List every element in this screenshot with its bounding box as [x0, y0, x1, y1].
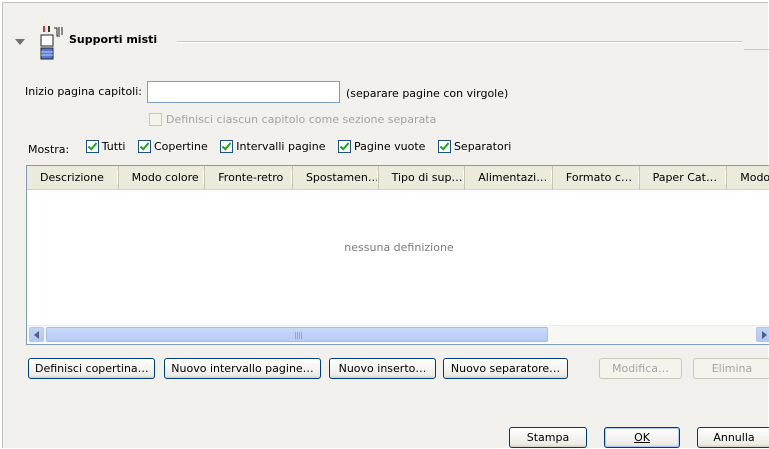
show-label: Mostra:	[28, 143, 70, 156]
show-option-separators[interactable]: Separatori	[437, 140, 512, 153]
chapter-start-label: Inizio pagina capitoli:	[25, 85, 142, 98]
delete-button[interactable]: Elimina	[693, 358, 769, 379]
column-header-shift[interactable]: Spostamen…	[293, 166, 379, 189]
show-blank-pages-label: Pagine vuote	[353, 140, 426, 153]
show-option-all[interactable]: Tutti	[85, 140, 126, 153]
show-filter-row: Mostra: Tutti Copertine Intervalli pagin…	[28, 140, 520, 156]
ok-button[interactable]: OK	[604, 427, 680, 448]
show-all-label: Tutti	[101, 140, 126, 153]
scroll-left-button[interactable]	[29, 327, 44, 342]
column-header-description[interactable]: Descrizione	[27, 166, 119, 189]
table-empty-message: nessuna definizione	[344, 241, 454, 254]
show-option-page-ranges[interactable]: Intervalli pagine	[220, 140, 325, 153]
column-header-duplex[interactable]: Fronte-retro	[205, 166, 293, 189]
define-section-label: Definisci ciascun capitolo come sezione …	[166, 113, 437, 126]
modify-button[interactable]: Modifica…	[599, 358, 682, 379]
new-separator-button[interactable]: Nuovo separatore…	[443, 358, 568, 379]
horizontal-scrollbar[interactable]	[27, 325, 769, 343]
arrow-right-icon	[762, 331, 767, 339]
show-separators-checkbox[interactable]	[437, 140, 451, 153]
show-all-checkbox[interactable]	[85, 140, 99, 153]
show-blank-pages-checkbox[interactable]	[337, 140, 351, 153]
arrow-left-icon	[34, 331, 39, 339]
section-divider-highlight	[177, 42, 742, 43]
new-page-range-button[interactable]: Nuovo intervallo pagine…	[164, 358, 321, 379]
column-header-feed[interactable]: Alimentazi…	[465, 166, 553, 189]
show-option-blank-pages[interactable]: Pagine vuote	[337, 140, 426, 153]
column-header-media-type[interactable]: Tipo di sup…	[379, 166, 466, 189]
mixed-media-icon	[40, 26, 63, 60]
define-section-checkbox[interactable]	[149, 113, 162, 126]
column-header-mode[interactable]: Modo	[727, 166, 769, 189]
section-divider-tail	[744, 49, 769, 50]
show-page-ranges-checkbox[interactable]	[220, 140, 234, 153]
show-covers-label: Copertine	[153, 140, 208, 153]
scroll-thumb[interactable]	[46, 327, 548, 342]
collapse-toggle-icon[interactable]	[15, 39, 25, 45]
show-page-ranges-label: Intervalli pagine	[236, 140, 326, 153]
chapter-start-input[interactable]	[147, 81, 340, 103]
show-covers-checkbox[interactable]	[137, 140, 151, 153]
scroll-right-button[interactable]	[756, 327, 769, 342]
column-header-paper-catalog[interactable]: Paper Cat…	[640, 166, 728, 189]
column-header-paper-size[interactable]: Formato c…	[553, 166, 640, 189]
chapter-start-hint: (separare pagine con virgole)	[346, 87, 509, 100]
section-title: Supporti misti	[69, 33, 158, 46]
new-insert-button[interactable]: Nuovo inserto…	[329, 358, 436, 379]
column-header-color-mode[interactable]: Modo colore	[119, 166, 206, 189]
define-section-row: Definisci ciascun capitolo come sezione …	[149, 113, 436, 126]
define-cover-button[interactable]: Definisci copertina…	[28, 358, 155, 379]
grip-icon	[295, 332, 303, 339]
show-separators-label: Separatori	[453, 140, 512, 153]
show-option-covers[interactable]: Copertine	[137, 140, 208, 153]
cancel-button[interactable]: Annulla	[697, 427, 769, 448]
definitions-table[interactable]: Descrizione Modo colore Fronte-retro Spo…	[26, 165, 769, 345]
print-button[interactable]: Stampa	[509, 427, 587, 448]
table-header: Descrizione Modo colore Fronte-retro Spo…	[27, 166, 769, 190]
mixed-media-panel: Supporti misti Inizio pagina capitoli: (…	[2, 2, 769, 448]
